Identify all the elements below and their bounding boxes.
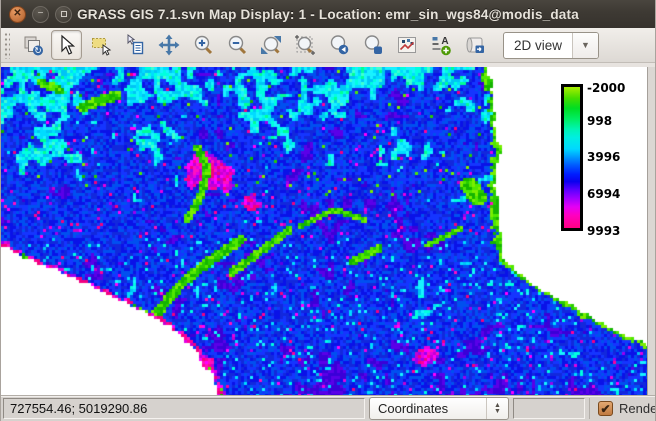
zoom-out-button[interactable] xyxy=(221,30,252,60)
pan-icon xyxy=(158,34,180,56)
map-raster[interactable] xyxy=(1,67,649,395)
minimize-icon: − xyxy=(38,9,44,19)
svg-text:A: A xyxy=(441,36,448,47)
map-display-area: -2000 998 3996 6994 9993 xyxy=(1,67,655,395)
legend-label: 9993 xyxy=(587,224,620,238)
zoom-back-icon xyxy=(328,34,350,56)
select-region-icon xyxy=(90,34,112,56)
close-icon: ✕ xyxy=(13,9,21,19)
zoom-options-icon xyxy=(362,34,384,56)
grass-map-display-window: GRASS GIS 7.1.svn Map Display: 1 - Locat… xyxy=(0,0,656,421)
render-checkbox[interactable]: ✔ xyxy=(598,401,613,416)
render-map-button[interactable]: ↻ xyxy=(17,30,48,60)
pan-button[interactable] xyxy=(153,30,184,60)
pointer-button[interactable] xyxy=(51,30,82,60)
zoom-in-button[interactable] xyxy=(187,30,218,60)
window-title: GRASS GIS 7.1.svn Map Display: 1 - Locat… xyxy=(1,7,655,22)
render-checkbox-label: Render xyxy=(619,401,655,416)
zoom-extent-button[interactable] xyxy=(255,30,286,60)
legend-label: 6994 xyxy=(587,187,620,201)
coordinates-display: 727554.46; 5019290.86 xyxy=(3,398,365,419)
svg-text:↻: ↻ xyxy=(34,46,42,56)
pointer-icon xyxy=(56,34,78,56)
statusbar-mode-value: Coordinates xyxy=(370,401,486,416)
zoom-region-icon xyxy=(294,34,316,56)
add-map-elements-button[interactable]: A xyxy=(425,30,456,60)
query-button[interactable] xyxy=(119,30,150,60)
statusbar: 727554.46; 5019290.86 Coordinates ▲▼ ✔ R… xyxy=(1,395,655,421)
zoom-in-icon xyxy=(192,34,214,56)
titlebar[interactable]: GRASS GIS 7.1.svn Map Display: 1 - Locat… xyxy=(1,0,655,28)
statusbar-mode-select[interactable]: Coordinates ▲▼ xyxy=(369,397,509,420)
view-mode-value: 2D view xyxy=(504,38,572,53)
query-icon xyxy=(124,34,146,56)
zoom-out-icon xyxy=(226,34,248,56)
maximize-icon xyxy=(61,11,67,17)
view-mode-select[interactable]: 2D view ▼ xyxy=(503,32,599,59)
render-map-icon: ↻ xyxy=(22,34,44,56)
check-icon: ✔ xyxy=(600,403,610,415)
legend-label: 998 xyxy=(587,114,612,128)
select-region-button[interactable] xyxy=(85,30,116,60)
zoom-extent-icon xyxy=(260,34,282,56)
minimize-button[interactable]: − xyxy=(32,6,49,23)
save-display-button[interactable] xyxy=(459,30,490,60)
add-map-elements-icon: A xyxy=(430,34,452,56)
legend-colorbar xyxy=(561,84,583,231)
close-button[interactable]: ✕ xyxy=(9,6,26,23)
zoom-back-button[interactable] xyxy=(323,30,354,60)
progress-panel xyxy=(513,398,585,419)
raster-legend[interactable]: -2000 998 3996 6994 9993 xyxy=(561,84,627,231)
legend-label: 3996 xyxy=(587,150,620,164)
save-display-icon xyxy=(464,34,486,56)
legend-labels: -2000 998 3996 6994 9993 xyxy=(587,84,627,231)
zoom-region-button[interactable] xyxy=(289,30,320,60)
toolbar-grip[interactable] xyxy=(3,31,10,59)
render-option: ✔ Render xyxy=(589,398,655,419)
chevron-down-icon[interactable]: ▼ xyxy=(572,33,598,58)
zoom-options-button[interactable] xyxy=(357,30,388,60)
maximize-button[interactable] xyxy=(55,6,72,23)
analyze-map-icon xyxy=(396,34,418,56)
map-right-edge xyxy=(647,67,655,395)
analyze-map-button[interactable] xyxy=(391,30,422,60)
spinner-arrows-icon[interactable]: ▲▼ xyxy=(486,398,508,419)
legend-label: -2000 xyxy=(587,81,625,95)
map-toolbar: ↻ xyxy=(1,28,655,63)
